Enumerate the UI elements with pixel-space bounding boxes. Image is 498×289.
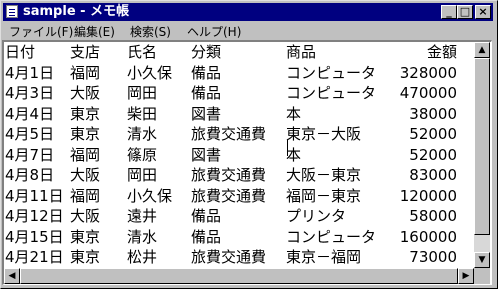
cell-branch: 東京 bbox=[70, 125, 101, 143]
cell-name: 小久保 bbox=[127, 63, 173, 82]
cell-product: コンピュータ bbox=[286, 84, 377, 102]
notepad-icon[interactable] bbox=[6, 5, 18, 18]
menu-file[interactable]: ファイル(F) bbox=[9, 24, 73, 40]
text-editor[interactable]: 日付 支店 氏名 分類 商品 金額 4月1日 福岡 小久保 備品 コンピュータ 32800… bbox=[4, 42, 474, 268]
header-category: 分類 bbox=[191, 43, 222, 61]
cell-date: 4月1日 bbox=[5, 63, 55, 82]
cell-branch: 大阪 bbox=[70, 84, 101, 102]
cell-product: 東京－福岡 bbox=[286, 248, 362, 266]
cell-branch: 東京 bbox=[70, 227, 101, 246]
cell-product: 本 bbox=[286, 145, 302, 164]
cell-date: 4月4日 bbox=[5, 104, 55, 123]
cell-amount: 38000 bbox=[409, 104, 457, 123]
cell-name: 柴田 bbox=[127, 104, 158, 123]
cell-date: 4月5日 bbox=[5, 125, 55, 143]
cell-date: 4月11日 bbox=[5, 186, 64, 205]
cell-amount: 58000 bbox=[409, 207, 457, 225]
cell-category: 旅費交通費 bbox=[191, 186, 267, 205]
cell-category: 備品 bbox=[191, 63, 222, 82]
scroll-up-button[interactable]: ▲ bbox=[474, 42, 490, 58]
table-row: 4月4日 東京 柴田 図書 本 38000 bbox=[4, 105, 474, 123]
cell-category: 備品 bbox=[191, 227, 222, 246]
close-button[interactable]: × bbox=[475, 5, 491, 19]
cell-branch: 東京 bbox=[70, 248, 101, 266]
cell-product: 東京－大阪 bbox=[286, 125, 362, 143]
cell-branch: 福岡 bbox=[70, 145, 101, 164]
header-amount: 金額 bbox=[426, 43, 457, 61]
cell-name: 清水 bbox=[127, 227, 158, 246]
cell-amount: 470000 bbox=[399, 84, 457, 102]
size-grip[interactable] bbox=[474, 268, 490, 284]
cell-date: 4月12日 bbox=[5, 207, 64, 225]
cell-date: 4月21日 bbox=[5, 248, 64, 266]
minimize-button[interactable]: _ bbox=[441, 5, 457, 19]
cell-category: 図書 bbox=[191, 104, 222, 123]
cell-branch: 福岡 bbox=[70, 63, 101, 82]
vertical-scroll-thumb[interactable] bbox=[474, 58, 490, 235]
cell-branch: 東京 bbox=[70, 104, 101, 123]
cell-category: 旅費交通費 bbox=[191, 248, 267, 266]
cell-product: 大阪－東京 bbox=[286, 166, 362, 184]
cell-category: 備品 bbox=[191, 84, 222, 102]
cell-name: 遠井 bbox=[127, 207, 158, 225]
table-row: 4月8日 大阪 岡田 旅費交通費 大阪－東京 83000 bbox=[4, 166, 474, 184]
cell-product: 福岡－東京 bbox=[286, 186, 362, 205]
cell-amount: 83000 bbox=[409, 166, 457, 184]
scroll-left-button[interactable]: ◀ bbox=[4, 268, 20, 284]
cell-name: 小久保 bbox=[127, 186, 173, 205]
cell-date: 4月15日 bbox=[5, 227, 64, 246]
cell-branch: 大阪 bbox=[70, 207, 101, 225]
table-row: 4月21日 東京 松井 旅費交通費 東京－福岡 73000 bbox=[4, 248, 474, 266]
cell-amount: 328000 bbox=[399, 63, 457, 82]
cell-amount: 52000 bbox=[409, 125, 457, 143]
cell-amount: 120000 bbox=[399, 186, 457, 205]
cell-date: 4月8日 bbox=[5, 166, 55, 184]
table-row: 4月1日 福岡 小久保 備品 コンピュータ 328000 bbox=[4, 64, 474, 82]
cell-branch: 大阪 bbox=[70, 166, 101, 184]
window-title: sample - メモ帳 bbox=[23, 4, 130, 19]
cell-name: 岡田 bbox=[127, 84, 158, 102]
cell-name: 岡田 bbox=[127, 166, 158, 184]
scroll-down-button[interactable]: ▼ bbox=[474, 252, 490, 268]
menu-edit[interactable]: 編集(E) bbox=[74, 24, 115, 40]
cell-name: 清水 bbox=[127, 125, 158, 143]
table-row: 4月5日 東京 清水 旅費交通費 東京－大阪 52000 bbox=[4, 125, 474, 143]
header-product: 商品 bbox=[286, 43, 317, 61]
cell-amount: 73000 bbox=[409, 248, 457, 266]
cell-date: 4月3日 bbox=[5, 84, 55, 102]
menu-bar: ファイル(F) 編集(E) 検索(S) ヘルプ(H) bbox=[3, 22, 493, 41]
horizontal-scrollbar[interactable]: ◀ ▶ bbox=[4, 268, 474, 284]
cell-branch: 福岡 bbox=[70, 186, 101, 205]
cell-product: コンピュータ bbox=[286, 227, 377, 246]
horizontal-scroll-thumb[interactable] bbox=[20, 268, 458, 284]
table-row: 4月11日 福岡 小久保 旅費交通費 福岡－東京 120000 bbox=[4, 187, 474, 205]
menu-search[interactable]: 検索(S) bbox=[130, 24, 171, 40]
cell-category: 図書 bbox=[191, 145, 222, 164]
title-bar[interactable]: sample - メモ帳 _ □ × bbox=[3, 3, 493, 21]
header-date: 日付 bbox=[5, 43, 36, 61]
header-branch: 支店 bbox=[70, 43, 101, 61]
cell-name: 松井 bbox=[127, 248, 158, 266]
header-name: 氏名 bbox=[127, 43, 158, 61]
table-row: 4月7日 福岡 篠原 図書 本 52000 bbox=[4, 146, 474, 164]
cell-amount: 160000 bbox=[399, 227, 457, 246]
text-cursor bbox=[287, 140, 288, 156]
vertical-scrollbar[interactable]: ▲ ▼ bbox=[474, 42, 490, 268]
cell-amount: 52000 bbox=[409, 145, 457, 164]
cell-category: 旅費交通費 bbox=[191, 166, 267, 184]
header-row: 日付 支店 氏名 分類 商品 金額 bbox=[4, 43, 474, 61]
maximize-button[interactable]: □ bbox=[457, 5, 473, 19]
cell-product: 本 bbox=[286, 104, 302, 123]
table-row: 4月12日 大阪 遠井 備品 プリンタ 58000 bbox=[4, 207, 474, 225]
table-row: 4月3日 大阪 岡田 備品 コンピュータ 470000 bbox=[4, 84, 474, 102]
table-row: 4月15日 東京 清水 備品 コンピュータ 160000 bbox=[4, 228, 474, 246]
cell-product: プリンタ bbox=[286, 207, 347, 225]
cell-date: 4月7日 bbox=[5, 145, 55, 164]
menu-help[interactable]: ヘルプ(H) bbox=[187, 24, 241, 40]
cell-product: コンピュータ bbox=[286, 63, 377, 82]
cell-category: 旅費交通費 bbox=[191, 125, 267, 143]
cell-category: 備品 bbox=[191, 207, 222, 225]
cell-name: 篠原 bbox=[127, 145, 158, 164]
scroll-right-button[interactable]: ▶ bbox=[458, 268, 474, 284]
